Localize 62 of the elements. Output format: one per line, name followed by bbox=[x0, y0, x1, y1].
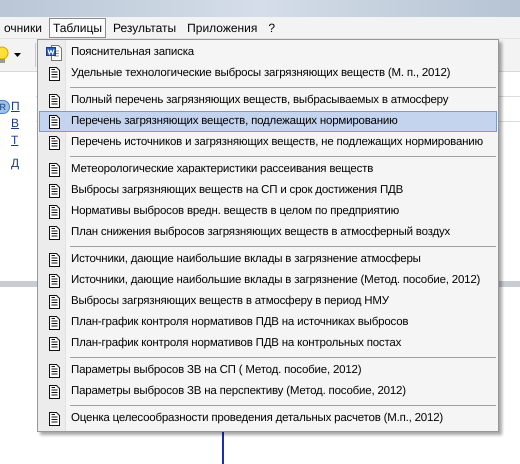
menu-entry[interactable]: Параметры выбросов ЗВ на перспективу (Метод. пособие, 2012) bbox=[39, 381, 497, 402]
menu-entry[interactable]: Метеорологические характеристики рассеивания веществ bbox=[39, 159, 497, 180]
menu-entry-label: Пояснительная записка bbox=[70, 44, 194, 60]
menu-entry[interactable]: Полный перечень загрязняющих веществ, выбрасываемых в атмосферу bbox=[39, 90, 497, 111]
menu-entry[interactable]: План-график контроля нормативов ПДВ на источниках выбросов bbox=[39, 312, 497, 333]
document-icon bbox=[48, 252, 60, 266]
menu-entry-label: Источники, дающие наибольшие вклады в загрязнение атмосферы bbox=[70, 252, 421, 267]
menu-item[interactable]: Результаты bbox=[108, 18, 180, 38]
menu-item[interactable]: Приложения bbox=[183, 18, 262, 38]
menu-entry-label: Оценка целесообразности проведения детальных расчетов (М.п., 2012) bbox=[70, 410, 444, 426]
menu-entry[interactable]: План снижения выбросов загрязняющих веществ в атмосферный воздух bbox=[39, 222, 497, 243]
document-icon bbox=[48, 162, 60, 176]
menu-entry-label: Источники, дающие наибольшие вклады в загрязнение (Метод. пособие, 2012) bbox=[70, 272, 480, 288]
document-icon bbox=[48, 364, 60, 378]
caret-icon[interactable] bbox=[14, 53, 21, 57]
menu-entry-label: Параметры выбросов ЗВ на перспективу (Метод. пособие, 2012) bbox=[70, 384, 406, 399]
menu-entry-label: План снижения выбросов загрязняющих веществ в атмосферный воздух bbox=[70, 224, 450, 240]
menu-entry-label: Перечень загрязняющих веществ, подлежащих нормированию bbox=[70, 114, 398, 129]
document-icon bbox=[48, 316, 60, 330]
link[interactable]: Т bbox=[11, 132, 20, 149]
menu-entry[interactable]: Удельные технологические выбросы загрязняющих веществ (М. п., 2012) bbox=[39, 63, 497, 84]
menu-entry-label: План-график контроля нормативов ПДВ на источниках выбросов bbox=[70, 314, 408, 330]
document-icon bbox=[48, 336, 60, 350]
document-icon bbox=[48, 226, 60, 240]
menu-entry[interactable]: Перечень загрязняющих веществ, подлежащих нормированию bbox=[39, 111, 497, 132]
menu-entry[interactable]: Пояснительная записка bbox=[39, 42, 497, 63]
menu-entry[interactable]: Параметры выбросов ЗВ на СП ( Метод. пособие, 2012) bbox=[39, 360, 497, 381]
menu-entry-label: Нормативы выбросов вредн. веществ в целом по предприятию bbox=[70, 204, 400, 219]
menu-entry[interactable]: Источники, дающие наибольшие вклады в загрязнение атмосферы bbox=[39, 249, 497, 270]
menu-entry-label: Полный перечень загрязняющих веществ, выбрасываемых в атмосферу bbox=[70, 92, 448, 108]
menu-entry-label: Параметры выбросов ЗВ на СП ( Метод. пособие, 2012) bbox=[70, 362, 362, 378]
menu-entry[interactable]: Источники, дающие наибольшие вклады в загрязнение (Метод. пособие, 2012) bbox=[39, 270, 497, 291]
word-document-icon bbox=[46, 44, 62, 60]
menu-entry[interactable]: Выбросы загрязняющих веществ на СП и срок достижения ПДВ bbox=[39, 180, 497, 201]
menu-entry[interactable]: Выбросы загрязняющих веществ в атмосферу в период НМУ bbox=[39, 291, 497, 312]
document-icon bbox=[48, 412, 60, 426]
badge-button[interactable]: R bbox=[0, 100, 10, 114]
document-icon bbox=[48, 274, 60, 288]
menu-entry-label: Метеорологические характеристики рассеивания веществ bbox=[70, 162, 374, 177]
menu-entry-label: План-график контроля нормативов ПДВ на контрольных постах bbox=[70, 336, 402, 351]
menu-entry[interactable]: Нормативы выбросов вредн. веществ в целом по предприятию bbox=[39, 201, 497, 222]
menu-entry[interactable]: Оценка целесообразности проведения детальных расчетов (М.п., 2012) bbox=[39, 408, 497, 429]
document-icon bbox=[48, 294, 60, 308]
menu-entry-label: Удельные технологические выбросы загрязняющих веществ (М. п., 2012) bbox=[70, 66, 450, 81]
menu-entry-label: Выбросы загрязняющих веществ на СП и срок достижения ПДВ bbox=[70, 182, 404, 198]
document-icon bbox=[48, 66, 60, 80]
document-icon bbox=[48, 384, 60, 398]
document-icon bbox=[48, 184, 60, 198]
document-icon bbox=[48, 204, 60, 218]
document-icon bbox=[48, 94, 60, 108]
document-icon bbox=[48, 136, 60, 150]
menu-item[interactable]: ? bbox=[264, 18, 280, 38]
menu-entry[interactable]: План-график контроля нормативов ПДВ на контрольных постах bbox=[39, 333, 497, 354]
link[interactable]: Д bbox=[11, 155, 20, 172]
menu-entry-label: Перечень источников и загрязняющих веществ, не подлежащих нормированию bbox=[70, 134, 483, 150]
menu-item[interactable]: Таблицы bbox=[48, 18, 106, 38]
link[interactable]: П bbox=[11, 98, 20, 115]
document-icon bbox=[48, 114, 60, 128]
menu-item[interactable]: очники bbox=[0, 18, 46, 38]
link[interactable]: В bbox=[11, 115, 20, 132]
menu-entry-label: Выбросы загрязняющих веществ в атмосферу в период НМУ bbox=[70, 294, 389, 309]
menu-entry[interactable]: Перечень источников и загрязняющих веществ, не подлежащих нормированию bbox=[39, 132, 497, 153]
